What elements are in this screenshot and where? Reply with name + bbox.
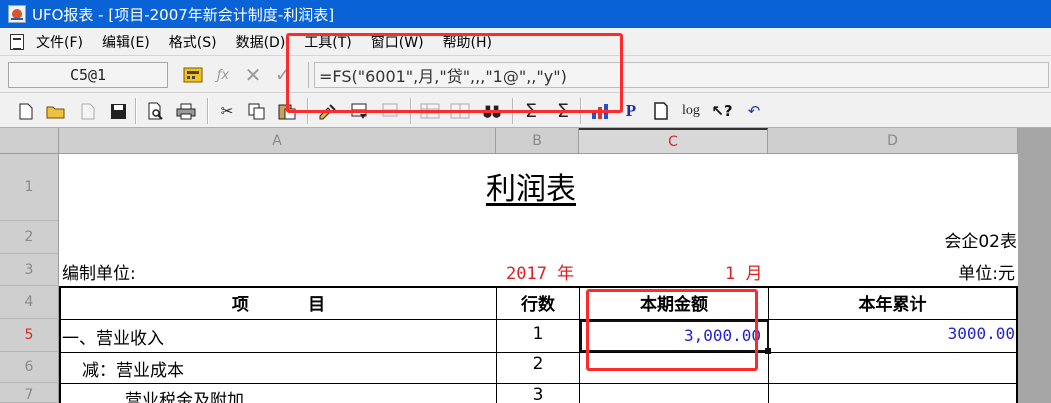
print-preview-icon[interactable]: [146, 101, 166, 121]
insert-row-icon[interactable]: [350, 101, 370, 121]
sheet-corner[interactable]: [0, 128, 59, 154]
menu-data[interactable]: 数据(D): [236, 32, 286, 52]
formula-separator: [308, 62, 309, 88]
help-pointer-icon[interactable]: ↖?: [711, 101, 732, 121]
table-border: [59, 383, 1018, 384]
copy-icon[interactable]: [247, 101, 267, 121]
row-line-number[interactable]: 3: [497, 385, 579, 403]
chart-icon[interactable]: [590, 101, 610, 121]
toolbar-separator: [307, 98, 309, 124]
confirm-icon[interactable]: ✓: [272, 64, 294, 86]
header-item: 项 目: [231, 295, 326, 315]
header-current-amount: 本期金额: [640, 295, 708, 315]
column-header-c[interactable]: C: [579, 128, 768, 154]
table-border: [59, 352, 1018, 353]
find-binoculars-icon[interactable]: [482, 101, 502, 121]
page-setup-icon[interactable]: P: [621, 101, 641, 121]
merge-cells-icon[interactable]: [420, 101, 440, 121]
column-header-d[interactable]: D: [768, 128, 1018, 154]
formula-bar: C5@1 ƒx ✕ ✓ =FS("6001",月,"贷",,,"1@",,"y"…: [0, 56, 1051, 93]
row-header-4[interactable]: 4: [0, 286, 59, 319]
row-ytd-amount[interactable]: 3000.00: [948, 324, 1015, 343]
cell-reference-box[interactable]: C5@1: [8, 62, 168, 88]
selected-cell-c5[interactable]: 3,000.00: [580, 320, 771, 354]
calculator-icon[interactable]: [182, 66, 204, 84]
menu-help[interactable]: 帮助(H): [443, 32, 492, 52]
header-line-number: 行数: [521, 295, 555, 315]
row-header-5[interactable]: 5: [0, 319, 59, 352]
fill-handle[interactable]: [765, 348, 771, 354]
toolbar-separator: [512, 98, 514, 124]
cut-icon[interactable]: ✂: [217, 101, 237, 121]
menu-bar: 文件(F) 编辑(E) 格式(S) 数据(D) 工具(T) 窗口(W) 帮助(H…: [0, 28, 1051, 56]
report-month[interactable]: 1 月: [725, 259, 762, 284]
currency-unit: 单位:元: [958, 264, 1015, 284]
table-border-top: [59, 286, 1018, 288]
menu-window[interactable]: 窗口(W): [371, 32, 424, 52]
form-code: 会企02表: [944, 232, 1017, 252]
row-item[interactable]: 一、营业收入: [62, 324, 164, 349]
menu-edit[interactable]: 编辑(E): [102, 32, 150, 52]
toolbar-separator: [135, 98, 137, 124]
menu-file[interactable]: 文件(F): [36, 32, 83, 52]
title-bar: UFO报表 - [项目-2007年新会计制度-利润表]: [0, 0, 1051, 28]
toolbar-separator: [410, 98, 412, 124]
save-icon[interactable]: [108, 101, 128, 121]
row-item[interactable]: 营业税金及附加: [125, 386, 244, 403]
cancel-icon[interactable]: ✕: [242, 63, 264, 87]
sum-column-icon[interactable]: Σ: [553, 100, 573, 122]
copy-doc-icon[interactable]: [78, 101, 98, 121]
row-line-number[interactable]: 2: [497, 354, 579, 374]
print-icon[interactable]: [176, 101, 196, 121]
sum-icon[interactable]: Σ: [521, 100, 541, 122]
row-header-7[interactable]: 7: [0, 383, 59, 403]
menu-tools[interactable]: 工具(T): [304, 32, 351, 52]
document-icon[interactable]: [10, 33, 24, 50]
undo-icon[interactable]: ↶: [744, 101, 764, 121]
paste-icon[interactable]: [277, 101, 297, 121]
formula-input[interactable]: =FS("6001",月,"贷",,,"1@",,"y"): [314, 62, 1049, 88]
row-line-number[interactable]: 1: [497, 324, 579, 344]
menu-format[interactable]: 格式(S): [169, 32, 217, 52]
row-item[interactable]: 减：营业成本: [82, 356, 184, 381]
table-border: [59, 319, 1018, 320]
toolbar-separator: [580, 98, 582, 124]
page-icon[interactable]: [651, 101, 671, 121]
open-folder-icon[interactable]: [46, 101, 66, 121]
row-header-3[interactable]: 3: [0, 254, 59, 286]
sheet-title: 利润表: [486, 172, 576, 207]
window-title: UFO报表 - [项目-2007年新会计制度-利润表]: [32, 5, 335, 24]
function-icon[interactable]: ƒx: [214, 66, 232, 84]
row-current-amount: 3,000.00: [683, 326, 761, 345]
header-ytd-amount: 本年累计: [858, 295, 927, 315]
report-year[interactable]: 2017 年: [506, 259, 574, 284]
row-header-1[interactable]: 1: [0, 154, 59, 221]
log-icon[interactable]: log: [681, 101, 701, 121]
column-header-b[interactable]: B: [496, 128, 579, 154]
toolbar: ✂ Σ Σ P log ↖? ↶: [0, 93, 1051, 128]
new-file-icon[interactable]: [16, 101, 36, 121]
toolbar-separator: [207, 98, 209, 124]
row-header-2[interactable]: 2: [0, 221, 59, 254]
table-border-right: [1016, 286, 1018, 403]
format-brush-icon[interactable]: [318, 101, 338, 121]
split-cells-icon[interactable]: [450, 101, 470, 121]
app-icon[interactable]: [8, 5, 26, 23]
row-header-6[interactable]: 6: [0, 352, 59, 383]
unit-label: 编制单位:: [62, 264, 136, 284]
delete-row-icon[interactable]: [381, 101, 401, 121]
column-header-a[interactable]: A: [59, 128, 496, 154]
sheet-edge: [1018, 128, 1051, 403]
